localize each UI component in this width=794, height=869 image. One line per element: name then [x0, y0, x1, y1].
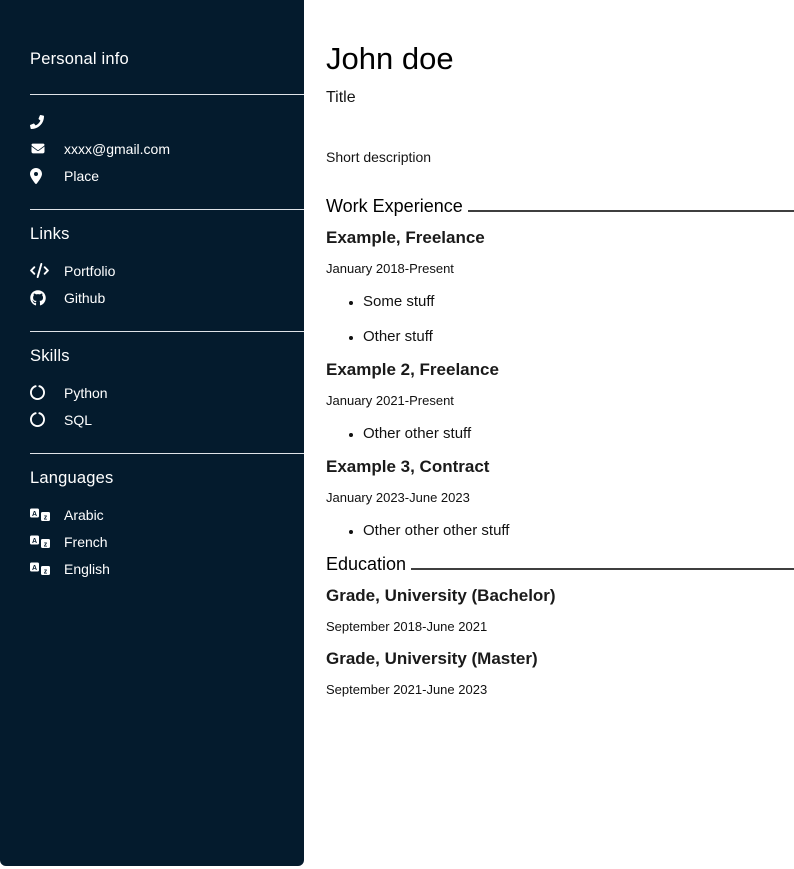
- sidebar-divider: [30, 209, 304, 210]
- entry-bullet: Other other other stuff: [363, 522, 794, 539]
- sidebar-group-items: Portfolio Github: [30, 257, 304, 311]
- language-icon: Az: [30, 561, 51, 577]
- entry-grade-university-master: Grade, University (Master) September 2021…: [326, 649, 794, 697]
- sidebar-heading-personal-info: Personal info: [30, 50, 304, 69]
- svg-text:A: A: [32, 564, 37, 571]
- sidebar-heading-skills: Skills: [30, 347, 304, 366]
- section-heading-rule: [468, 196, 794, 212]
- sidebar-item-label: English: [64, 561, 110, 577]
- entry-title: Example 2, Freelance: [326, 360, 794, 380]
- entry-bullet: Other other stuff: [363, 425, 794, 442]
- sidebar: Personal info xxxx@gmail.com Place Links Por…: [0, 0, 304, 866]
- sidebar-item-label: Github: [64, 290, 105, 306]
- section-heading-education: Education: [326, 554, 794, 575]
- entry-title: Grade, University (Bachelor): [326, 586, 794, 606]
- sidebar-item-label: SQL: [64, 412, 92, 428]
- sidebar-item-english: Az English: [30, 555, 304, 582]
- sidebar-divider: [30, 94, 304, 95]
- sidebar-group-items: Az Arabic Az French Az English: [30, 501, 304, 582]
- entry-bullet: Other stuff: [363, 328, 794, 345]
- entry-title: Example 3, Contract: [326, 457, 794, 477]
- sidebar-item-python: Python: [30, 379, 304, 406]
- location-pin-icon: [30, 168, 51, 184]
- svg-text:A: A: [32, 510, 37, 517]
- entry-bullets: Other other other stuff: [326, 522, 794, 539]
- person-title: Title: [326, 89, 794, 107]
- sidebar-item-label: Portfolio: [64, 263, 115, 279]
- sidebar-item-label: Arabic: [64, 507, 104, 523]
- language-icon: Az: [30, 534, 51, 550]
- section-heading-label: Education: [326, 554, 406, 575]
- circle-notch-icon: [30, 385, 51, 400]
- sidebar-group-items: xxxx@gmail.com Place: [30, 108, 304, 189]
- sidebar-groups: Personal info xxxx@gmail.com Place Links Por…: [30, 50, 304, 582]
- entry-date: September 2018-June 2021: [326, 619, 794, 634]
- entry-title: Grade, University (Master): [326, 649, 794, 669]
- entry-bullet: Some stuff: [363, 293, 794, 310]
- sidebar-divider: [30, 453, 304, 454]
- sidebar-item-xxxx-gmail-com[interactable]: xxxx@gmail.com: [30, 135, 304, 162]
- sidebar-item-arabic: Az Arabic: [30, 501, 304, 528]
- entry-bullets: Other other stuff: [326, 425, 794, 442]
- entry-date: January 2023-June 2023: [326, 490, 794, 505]
- sidebar-item-label: Place: [64, 168, 99, 184]
- sidebar-item-phone-icon: [30, 108, 304, 135]
- circle-notch-icon: [30, 412, 51, 427]
- section-heading-rule: [411, 554, 794, 570]
- sidebar-item-place: Place: [30, 162, 304, 189]
- sidebar-item-label: xxxx@gmail.com: [64, 141, 170, 157]
- svg-text:A: A: [32, 537, 37, 544]
- code-icon: [30, 263, 51, 278]
- entry-date: January 2021-Present: [326, 393, 794, 408]
- person-name: John doe: [326, 43, 794, 76]
- sidebar-item-french: Az French: [30, 528, 304, 555]
- entry-date: January 2018-Present: [326, 261, 794, 276]
- entry-example-2-freelance: Example 2, Freelance January 2021-Present…: [326, 360, 794, 442]
- sidebar-item-label: Python: [64, 385, 108, 401]
- svg-text:z: z: [44, 514, 48, 521]
- short-description: Short description: [326, 149, 794, 165]
- section-work-experience: Work Experience Example, Freelance January…: [326, 196, 794, 539]
- main-content: John doe Title Short description Work Ex…: [304, 0, 794, 697]
- sidebar-divider: [30, 331, 304, 332]
- envelope-icon: [30, 142, 51, 155]
- github-icon: [30, 290, 51, 306]
- entry-example-3-contract: Example 3, Contract January 2023-June 202…: [326, 457, 794, 539]
- language-icon: Az: [30, 507, 51, 523]
- section-education: Education Grade, University (Bachelor) Sep…: [326, 554, 794, 697]
- svg-text:z: z: [44, 568, 48, 575]
- phone-icon: [30, 115, 51, 129]
- sidebar-item-portfolio[interactable]: Portfolio: [30, 257, 304, 284]
- main-sections: Work Experience Example, Freelance January…: [326, 196, 794, 697]
- sidebar-heading-links: Links: [30, 225, 304, 244]
- sidebar-item-label: French: [64, 534, 108, 550]
- entry-bullets: Some stuff Other stuff: [326, 293, 794, 345]
- entry-grade-university-bachelor: Grade, University (Bachelor) September 20…: [326, 586, 794, 634]
- sidebar-group-languages: Languages Az Arabic Az French Az English: [30, 453, 304, 582]
- section-heading-label: Work Experience: [326, 196, 463, 217]
- sidebar-group-items: Python SQL: [30, 379, 304, 433]
- entry-date: September 2021-June 2023: [326, 682, 794, 697]
- sidebar-group-personal-info: Personal info xxxx@gmail.com Place: [30, 50, 304, 189]
- entry-example-freelance: Example, Freelance January 2018-Present So…: [326, 228, 794, 345]
- sidebar-group-links: Links Portfolio Github: [30, 209, 304, 311]
- svg-text:z: z: [44, 541, 48, 548]
- entry-title: Example, Freelance: [326, 228, 794, 248]
- section-heading-work-experience: Work Experience: [326, 196, 794, 217]
- sidebar-group-skills: Skills Python SQL: [30, 331, 304, 433]
- sidebar-item-sql: SQL: [30, 406, 304, 433]
- sidebar-item-github[interactable]: Github: [30, 284, 304, 311]
- sidebar-heading-languages: Languages: [30, 469, 304, 488]
